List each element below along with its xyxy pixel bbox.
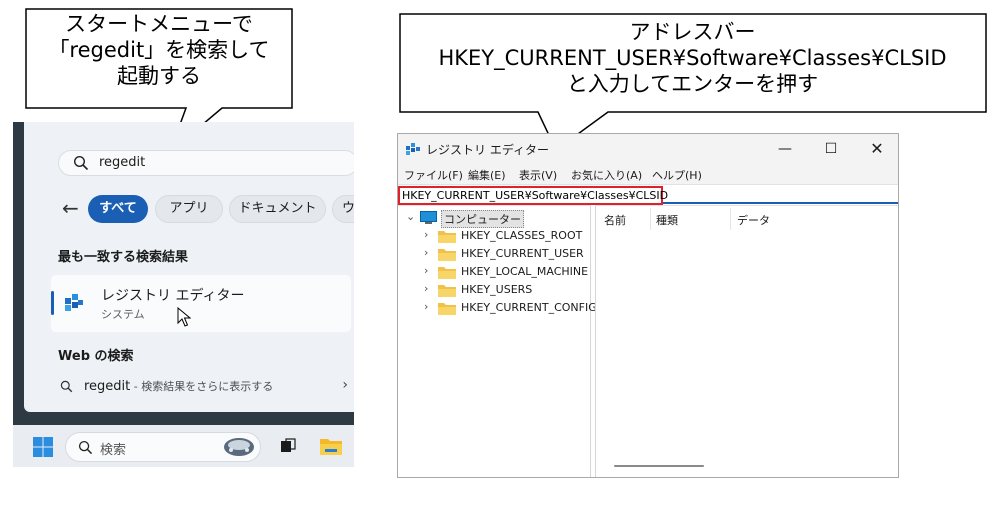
folder-icon bbox=[438, 249, 456, 261]
address-input[interactable]: HKEY_CURRENT_USER¥Software¥Classes¥CLSID bbox=[398, 186, 668, 205]
chevron-right-icon[interactable]: › bbox=[424, 228, 434, 241]
folder-icon bbox=[438, 303, 456, 315]
column-header-data[interactable]: データ bbox=[737, 212, 770, 228]
callout-start-menu-line: 起動する bbox=[117, 64, 201, 88]
web-search-text: regedit - 検索結果をさらに表示する bbox=[84, 378, 273, 394]
menu-help[interactable]: ヘルプ(H) bbox=[652, 167, 702, 183]
best-match-result[interactable]: レジストリ エディター システム bbox=[51, 275, 351, 332]
callout-start-menu-line: 「regedit」を検索して bbox=[48, 38, 270, 62]
folder-icon bbox=[438, 267, 456, 279]
best-match-heading: 最も一致する検索結果 bbox=[58, 250, 189, 265]
callout-address-bar-line: と入力してエンターを押す bbox=[566, 72, 819, 96]
search-query: regedit bbox=[99, 155, 146, 170]
best-match-type: システム bbox=[101, 308, 145, 321]
selection-accent bbox=[51, 291, 54, 315]
start-menu-panel: regedit ← すべて アプリ ドキュメント ウェ 最も一致する検索結果 レ… bbox=[24, 122, 354, 412]
tree-root-label: コンピューター bbox=[441, 210, 524, 228]
menu-bar: ファイル(F) 編集(E) 表示(V) お気に入り(A) ヘルプ(H) bbox=[398, 164, 898, 184]
callout-start-menu: スタートメニューで 「regedit」を検索して 起動する bbox=[26, 11, 292, 89]
filter-chip-all[interactable]: すべて bbox=[88, 195, 148, 223]
tree-item-label: HKEY_CURRENT_USER bbox=[461, 247, 584, 260]
file-explorer-icon[interactable] bbox=[319, 435, 343, 457]
column-separator bbox=[730, 208, 731, 230]
address-bar: HKEY_CURRENT_USER¥Software¥Classes¥CLSID bbox=[398, 184, 898, 205]
tree-item-label: HKEY_CURRENT_CONFIG bbox=[461, 301, 597, 314]
registry-editor-window: レジストリ エディター — ☐ ✕ ファイル(F) 編集(E) 表示(V) お気… bbox=[397, 133, 899, 478]
folder-icon bbox=[438, 231, 456, 243]
chevron-down-icon[interactable]: ⌄ bbox=[406, 210, 416, 223]
chevron-right-icon[interactable]: › bbox=[424, 300, 434, 313]
callout-address-bar-line: HKEY_CURRENT_USER¥Software¥Classes¥CLSID bbox=[438, 46, 947, 70]
menu-file[interactable]: ファイル(F) bbox=[404, 167, 463, 183]
tree-root[interactable]: ⌄ コンピューター bbox=[406, 209, 596, 228]
menu-view[interactable]: 表示(V) bbox=[519, 167, 557, 183]
start-search-input[interactable]: regedit bbox=[58, 150, 354, 176]
callout-start-menu-line: スタートメニューで bbox=[65, 12, 253, 36]
windows-start-icon[interactable] bbox=[32, 436, 54, 458]
horizontal-scrollbar[interactable] bbox=[614, 465, 704, 467]
folder-icon bbox=[438, 285, 456, 297]
filter-chip-documents[interactable]: ドキュメント bbox=[229, 195, 326, 223]
filter-chip-apps[interactable]: アプリ bbox=[155, 195, 223, 223]
filter-chip-web[interactable]: ウェ bbox=[332, 195, 354, 223]
window-title: レジストリ エディター bbox=[426, 143, 549, 157]
registry-editor-icon bbox=[65, 294, 83, 311]
callout-address-bar-line: アドレスバー bbox=[629, 20, 756, 44]
start-menu-screenshot: regedit ← すべて アプリ ドキュメント ウェ 最も一致する検索結果 レ… bbox=[13, 122, 354, 467]
menu-edit[interactable]: 編集(E) bbox=[468, 167, 506, 183]
menu-favorites[interactable]: お気に入り(A) bbox=[571, 167, 642, 183]
best-match-name: レジストリ エディター bbox=[101, 288, 245, 304]
chevron-right-icon[interactable]: › bbox=[424, 246, 434, 259]
maximize-button[interactable]: ☐ bbox=[808, 134, 854, 164]
column-header-name[interactable]: 名前 bbox=[604, 212, 626, 228]
chevron-right-icon[interactable]: › bbox=[424, 264, 434, 277]
web-search-result[interactable]: regedit - 検索結果をさらに表示する › bbox=[58, 377, 348, 399]
chevron-right-icon[interactable]: › bbox=[424, 282, 434, 295]
computer-icon bbox=[420, 211, 437, 224]
search-highlight-icon bbox=[224, 438, 254, 456]
minimize-button[interactable]: — bbox=[762, 134, 808, 164]
tree-item-label: HKEY_LOCAL_MACHINE bbox=[461, 265, 589, 278]
title-bar[interactable]: レジストリ エディター — ☐ ✕ bbox=[398, 134, 898, 164]
taskbar-search-box[interactable]: 検索 bbox=[65, 432, 261, 462]
web-search-heading: Web の検索 bbox=[58, 349, 134, 364]
web-search-hint: - 検索結果をさらに表示する bbox=[130, 380, 274, 393]
search-icon bbox=[73, 155, 89, 171]
column-separator bbox=[650, 208, 651, 230]
task-view-icon[interactable] bbox=[280, 438, 296, 454]
arrow-left-icon[interactable]: ← bbox=[62, 198, 79, 218]
key-tree-pane: ⌄ コンピューター › HKEY_CLASSES_ROOT › HKEY_CUR… bbox=[398, 205, 597, 477]
taskbar: 検索 bbox=[13, 425, 354, 467]
values-list-pane: 名前 種類 データ bbox=[595, 205, 898, 477]
tree-item-label: HKEY_USERS bbox=[461, 283, 533, 296]
tree-item-label: HKEY_CLASSES_ROOT bbox=[461, 229, 583, 242]
web-search-query: regedit bbox=[84, 379, 131, 394]
taskbar-search-placeholder: 検索 bbox=[100, 443, 127, 458]
search-icon bbox=[78, 440, 93, 455]
close-button[interactable]: ✕ bbox=[854, 134, 898, 164]
mouse-cursor-icon bbox=[177, 307, 191, 327]
chevron-right-icon: › bbox=[342, 377, 348, 393]
callout-address-bar: アドレスバー HKEY_CURRENT_USER¥Software¥Classe… bbox=[400, 19, 985, 97]
column-header-type[interactable]: 種類 bbox=[656, 212, 678, 228]
registry-editor-icon bbox=[406, 143, 420, 155]
address-focus-line bbox=[663, 202, 898, 204]
search-icon bbox=[60, 380, 73, 393]
